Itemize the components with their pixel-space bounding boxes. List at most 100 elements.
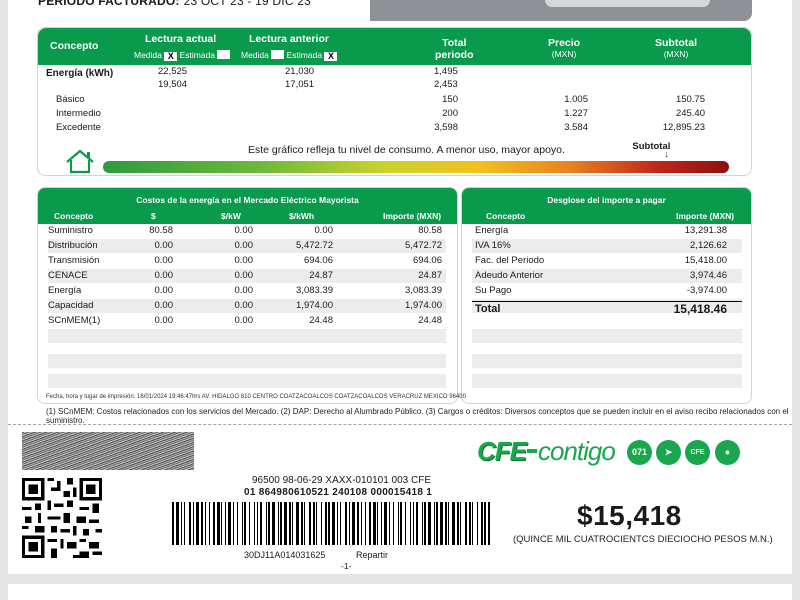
row-stripe	[472, 374, 742, 388]
barcode-bar	[357, 502, 359, 545]
row-stripe	[48, 354, 446, 368]
barcode-bar	[445, 502, 447, 545]
barcode-bar	[244, 502, 246, 545]
barcode-bar	[316, 502, 317, 545]
barcode-bar	[488, 502, 490, 545]
barcode-bar	[373, 502, 376, 545]
house-icon	[66, 149, 94, 174]
estimada-label: Estimada	[286, 50, 323, 60]
barcode-bar	[289, 502, 291, 545]
footnote: (1) SCnMEM: Costos relacionados con los …	[46, 407, 789, 425]
phone-071-icon[interactable]: 071	[627, 440, 652, 465]
reading-total-2: 2,453	[434, 79, 458, 90]
barcode-bar	[428, 502, 431, 545]
barcode-bar	[196, 502, 199, 545]
col-subtotal-unit: (MXN)	[663, 49, 689, 59]
barcode-bar	[284, 502, 287, 545]
col-precio-label: Precio	[548, 37, 581, 49]
barcode-bar	[205, 502, 206, 545]
breakdown-amount: 2,126.62	[690, 240, 727, 251]
payment-reference-line1: 96500 98-06-29 XAXX-010101 003 CFE	[252, 475, 432, 486]
costs-cell: Suministro	[48, 225, 93, 236]
contigo-logo-text: contigo	[538, 436, 616, 466]
barcode-bar	[278, 502, 279, 545]
barcode-bar	[416, 502, 418, 545]
barcode-bar	[457, 502, 459, 545]
payment-reference-line2: 01 864980610521 240108 000015418 1	[244, 487, 433, 498]
barcode-bar	[424, 502, 426, 545]
barcode-bar	[484, 502, 486, 545]
tier-excedente-subtotal: 12,895.23	[662, 122, 705, 133]
barcode-bar	[325, 502, 327, 545]
reading-anterior-2: 17,051	[285, 79, 315, 90]
col-lectura-anterior: Lectura anterior	[249, 33, 329, 45]
barcode-bar	[448, 502, 449, 545]
barcode-bar	[352, 502, 355, 545]
costs-cell: Capacidad	[48, 300, 94, 311]
barcode-bar	[254, 502, 255, 545]
barcode-bar	[221, 502, 222, 545]
barcode-bar	[313, 502, 315, 545]
barcode-bar	[172, 502, 174, 545]
market-costs-panel: Costos de la energía en el Mercado Eléct…	[37, 187, 458, 404]
medida-checkbox-empty	[271, 50, 285, 59]
tier-basico-name: Básico	[56, 94, 85, 105]
barcode-bar	[377, 502, 378, 545]
costs-col-kw: $/kW	[221, 211, 241, 221]
barcode-bar	[434, 502, 435, 545]
costs-cell: 694.06	[303, 255, 333, 266]
costs-col-importe: Importe (MXN)	[383, 211, 442, 221]
barcode-bar	[469, 502, 471, 545]
barcode-bar	[422, 502, 423, 545]
col-concepto: Concepto	[50, 40, 99, 52]
costs-col-dollar: $	[151, 211, 156, 221]
barcode-bar	[176, 502, 179, 545]
barcode-bar	[384, 502, 387, 545]
costs-cell: 3,083.39	[296, 285, 333, 296]
barcode-bar	[481, 502, 483, 545]
cfe-contigo-logo: CFE contigo	[477, 436, 616, 467]
barcode-bar	[272, 502, 275, 545]
barcode-bar	[436, 502, 438, 545]
barcode-bar	[304, 502, 305, 545]
col-precio-unit: (MXN)	[551, 49, 577, 59]
breakdown-concept: IVA 16%	[475, 240, 511, 251]
barcode-bar	[452, 502, 455, 545]
tier-basico-subtotal: 150.75	[675, 94, 705, 105]
amount-due: $15,418	[577, 500, 682, 531]
barcode-bar	[410, 502, 411, 545]
col-precio: Precio (MXN)	[548, 37, 580, 60]
tier-intermedio-total: 200	[442, 108, 458, 119]
barcode-bar	[405, 502, 406, 545]
costs-cell: 0.00	[154, 255, 174, 266]
barcode-bar	[292, 502, 293, 545]
total-label: Total	[475, 303, 501, 315]
costs-cell: 0.00	[154, 315, 174, 326]
reading-total-1: 1,495	[434, 66, 458, 77]
barcode-bar	[228, 502, 231, 545]
billing-period-label: PERIODO FACTURADO:	[38, 0, 180, 8]
barcode-bar	[257, 502, 258, 545]
barcode-bar	[242, 502, 243, 545]
telegram-icon[interactable]: ➤	[656, 440, 681, 465]
breakdown-concept: Adeudo Anterior	[475, 270, 544, 281]
barcode-bar	[189, 502, 191, 545]
costs-cell: 80.58	[149, 225, 173, 236]
cut-line	[8, 424, 792, 425]
barcode-bar	[472, 502, 473, 545]
barcode-bar	[345, 502, 347, 545]
barcode-bar	[369, 502, 371, 545]
col-total-line2: periodo	[435, 49, 474, 61]
cfe-app-icon[interactable]: CFE	[685, 440, 710, 465]
col-total: Total periodo	[435, 37, 474, 61]
tier-intermedio-precio: 1.227	[564, 108, 588, 119]
payment-breakdown-panel: Desglose del importe a pagar Concepto Im…	[461, 187, 752, 404]
consumption-header: Concepto Lectura actual Medida X Estimad…	[38, 28, 751, 65]
breakdown-header: Desglose del importe a pagar Concepto Im…	[462, 188, 751, 224]
tier-excedente-precio: 3.584	[564, 122, 588, 133]
amount-in-words: (QUINCE MIL CUATROCIENTCS DIECIOCHO PESO…	[513, 534, 773, 545]
barcode-bar	[332, 502, 335, 545]
breakdown-col-importe: Importe (MXN)	[676, 211, 735, 221]
tier-basico-total: 150	[442, 94, 458, 105]
location-icon[interactable]: ●	[715, 440, 740, 465]
